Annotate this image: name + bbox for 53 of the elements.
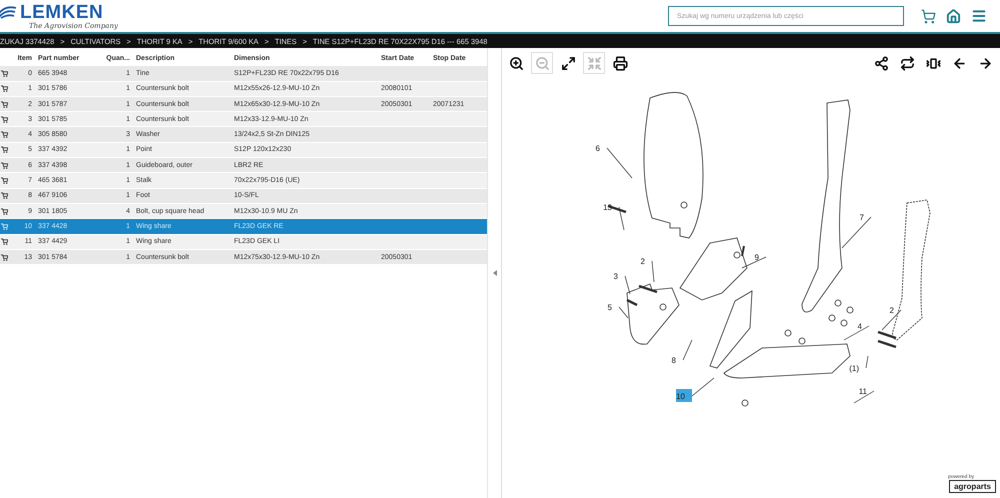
logo: LEMKEN	[20, 2, 104, 22]
cart-icon[interactable]	[921, 8, 936, 24]
leader-line	[692, 378, 714, 396]
callout-label[interactable]: 4	[858, 322, 862, 331]
callout-label[interactable]: 10	[676, 392, 685, 401]
leader-line	[606, 148, 632, 178]
callout-label[interactable]: 3	[614, 272, 618, 281]
cart-icon[interactable]	[1, 100, 8, 108]
vibrate-icon	[926, 56, 940, 70]
cart-icon[interactable]	[1, 116, 8, 123]
cart-icon[interactable]	[1, 192, 8, 200]
leader-line	[854, 390, 874, 404]
callout-label[interactable]: 5	[608, 303, 612, 312]
callout-label[interactable]: 11	[858, 387, 867, 396]
print-icon	[612, 56, 628, 70]
cart-icon[interactable]	[1, 70, 8, 77]
rotate-icon	[900, 56, 914, 70]
cart-icon[interactable]	[1, 208, 8, 215]
cart-icon[interactable]	[1, 146, 8, 154]
callout-label[interactable]: 2	[890, 306, 894, 315]
cart-icon[interactable]	[1, 131, 8, 138]
cart-icon[interactable]	[1, 85, 8, 92]
zoom-out-icon	[534, 56, 550, 70]
cart-icon[interactable]	[1, 177, 8, 184]
leader-line	[682, 340, 692, 360]
callout-label[interactable]: 2	[640, 257, 645, 266]
leader-line	[618, 206, 624, 230]
home-icon[interactable]	[946, 8, 961, 24]
callout-label[interactable]: 7	[860, 213, 864, 222]
callout-label[interactable]: 9	[754, 253, 759, 262]
back-icon	[952, 56, 966, 70]
brand-logo[interactable]: agroparts	[949, 480, 996, 493]
leader-line	[842, 216, 872, 248]
share-icon	[874, 56, 888, 70]
menu-icon[interactable]	[971, 8, 987, 24]
cart-icon[interactable]	[1, 238, 8, 246]
callout-label[interactable]: 13	[603, 203, 612, 212]
callout-label[interactable]: 8	[672, 356, 676, 365]
leader-line	[844, 326, 870, 340]
cart-icon[interactable]	[1, 254, 8, 260]
fit-icon	[586, 56, 602, 70]
cart-icon[interactable]	[1, 162, 8, 169]
leader-line	[618, 306, 628, 318]
leader-line	[652, 260, 654, 282]
zoom-in-icon	[508, 56, 524, 70]
leader-line	[624, 276, 630, 294]
logo-swirl-icon	[0, 5, 18, 19]
callout-label[interactable]: (1)	[849, 364, 859, 373]
expand-icon	[560, 56, 576, 70]
forward-icon	[978, 56, 992, 70]
leader-line	[866, 356, 868, 368]
callout-label[interactable]: 6	[596, 144, 600, 153]
collapse-handle-icon[interactable]	[492, 270, 496, 276]
